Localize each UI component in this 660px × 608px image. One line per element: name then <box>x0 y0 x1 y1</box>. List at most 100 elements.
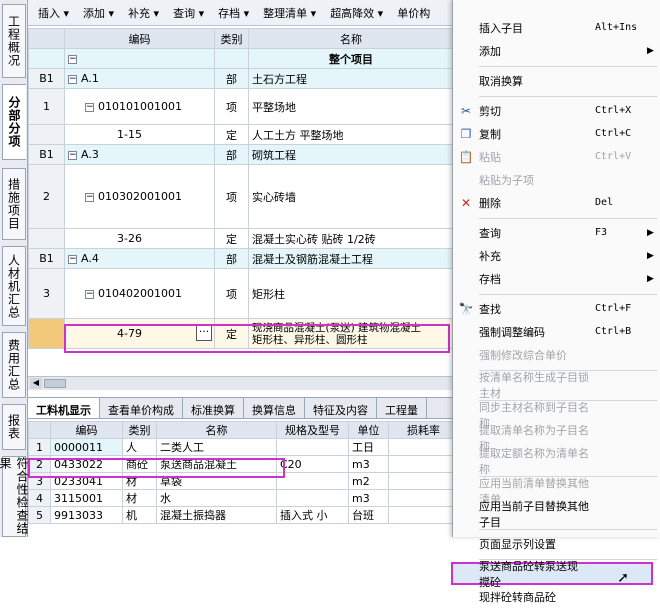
table-row[interactable]: 3-26 定 混凝土实心砖 贴砖 1/2砖 <box>28 228 453 249</box>
menu-shortcut: Ctrl+C <box>595 128 632 139</box>
tab-resource-summary[interactable]: 人材机汇总 <box>2 246 26 326</box>
tab-features-content[interactable]: 特征及内容 <box>305 398 377 418</box>
tab-measures[interactable]: 措施项目 <box>2 168 26 240</box>
menu-separator <box>479 218 657 219</box>
collapse-icon[interactable]: − <box>68 150 77 160</box>
table-row-selected[interactable]: 4-79 ··· 定 现浇商品混凝土(泵送) 建筑物混凝土 矩形柱、异形柱、圆形… <box>28 318 453 349</box>
col-header-name[interactable]: 名称 <box>248 28 453 49</box>
table-row[interactable]: 3 0233041 材草袋 m2 <box>28 472 453 490</box>
menu-separator <box>479 66 657 67</box>
menu-item-generate-sub-item-lock-material[interactable]: 按清单名称生成子目锁主材 <box>453 371 659 400</box>
archive-menu[interactable]: 存档 ▾ <box>218 5 249 21</box>
table-row[interactable]: 3 −010402001001 项 矩形柱 <box>28 268 453 319</box>
menu-item-label: 按清单名称生成子目锁主材 <box>479 370 589 400</box>
menu-item-label: 现拌砼转商品砼 <box>479 590 556 604</box>
menu-item-label: 插入子目 <box>479 21 523 35</box>
menu-item-label: 删除 <box>479 196 501 210</box>
menu-item-cut[interactable]: ✂ 剪切 Ctrl+X <box>453 99 659 122</box>
tab-standard-conversion[interactable]: 标准换算 <box>183 398 244 418</box>
tab-quantity[interactable]: 工程量 <box>377 398 427 418</box>
collapse-icon[interactable]: − <box>85 192 94 202</box>
col-header-spec[interactable]: 规格及型号 <box>276 421 349 439</box>
collapse-icon[interactable]: − <box>68 54 77 64</box>
col-header-type[interactable]: 类别 <box>122 421 157 439</box>
tab-reports[interactable]: 报表 <box>2 404 26 450</box>
tab-material-display[interactable]: 工料机显示 <box>28 398 100 418</box>
table-row[interactable]: 2 −010302001001 项 实心砖墙 <box>28 164 453 229</box>
menu-item-insert-sub-item[interactable]: 插入子目 Alt+Ins <box>453 16 659 39</box>
submenu-arrow-icon: ▶ <box>647 273 654 284</box>
tab-sub-items[interactable]: 分部分项 <box>2 84 26 160</box>
menu-separator <box>479 96 657 97</box>
menu-item-label: 添加 <box>479 44 501 58</box>
menu-item-supplement[interactable]: 补充 ▶ <box>453 244 659 267</box>
menu-item-copy[interactable]: ❐ 复制 Ctrl+C <box>453 122 659 145</box>
menu-item-archive[interactable]: 存档 ▶ <box>453 267 659 290</box>
grid-corner <box>28 28 65 49</box>
menu-item-paste-as-sub-item[interactable]: 粘贴为子项 <box>453 168 659 191</box>
menu-item-add[interactable]: 添加 ▶ <box>453 39 659 62</box>
unit-price-menu[interactable]: 单价构 <box>397 5 430 21</box>
collapse-icon[interactable]: − <box>85 102 94 112</box>
row-name-line1: 现浇商品混凝土(泵送) 建筑物混凝土 <box>252 321 422 334</box>
submenu-arrow-icon: ▶ <box>647 45 654 56</box>
menu-shortcut: Ctrl+V <box>595 151 632 162</box>
tab-unit-price-composition[interactable]: 查看单价构成 <box>100 398 183 418</box>
ellipsis-button[interactable]: ··· <box>196 325 212 341</box>
scissors-icon: ✂ <box>460 103 472 118</box>
material-grid: 编码 类别 名称 规格及型号 单位 损耗率 1 0000011 人二类人工 工日 20… <box>28 421 453 524</box>
menu-shortcut: Ctrl+B <box>595 326 632 337</box>
menu-item-pump-to-mix-concrete[interactable]: 泵送商品砼转泵送现搅砼 ➚ <box>451 560 653 589</box>
table-row[interactable]: 1 −010101001001 项 平整场地 <box>28 88 453 125</box>
menu-item-label: 粘贴 <box>479 150 501 164</box>
table-row[interactable]: B1 − A.1 部 土石方工程 <box>28 68 453 89</box>
collapse-icon[interactable]: − <box>68 74 77 84</box>
menu-item-extract-quota-name[interactable]: 提取定额名称为清单名称 <box>453 447 659 476</box>
delete-icon: ✕ <box>460 195 472 210</box>
col-header-loss-rate[interactable]: 损耗率 <box>388 421 453 439</box>
menu-item-mix-to-commercial-concrete[interactable]: 现拌砼转商品砼 <box>453 585 659 608</box>
table-row[interactable]: 1-15 定 人工土方 平整场地 <box>28 124 453 145</box>
menu-item-label: 存档 <box>479 272 501 286</box>
tab-compliance-check[interactable]: 符合性检查结果 <box>0 456 29 537</box>
menu-item-find[interactable]: 🔭 查找 Ctrl+F <box>453 297 659 320</box>
menu-item-paste[interactable]: 📋 粘贴 Ctrl+V <box>453 145 659 168</box>
table-row[interactable]: 2 0433022 商砼 泵送商品混凝土 C20 m3 <box>28 455 453 473</box>
tab-conversion-info[interactable]: 换算信息 <box>244 398 305 418</box>
table-row[interactable]: 4 3115001 材水 m3 <box>28 489 453 507</box>
organize-list-menu[interactable]: 整理清单 ▾ <box>263 5 316 21</box>
horizontal-scrollbar[interactable]: ◀ <box>28 376 453 390</box>
table-row[interactable]: 1 0000011 人二类人工 工日 <box>28 438 453 456</box>
col-header-unit[interactable]: 单位 <box>348 421 389 439</box>
main-grid: 编码 类别 名称 − 整个项目 B1 − A.1 部 土石方工程 1 −01010… <box>28 28 453 349</box>
scroll-thumb[interactable] <box>44 379 66 388</box>
tab-project-overview[interactable]: 工程概况 <box>2 4 26 78</box>
menu-item-cancel-conversion[interactable]: 取消换算 <box>453 69 659 92</box>
menu-item-query[interactable]: 查询 F3 ▶ <box>453 221 659 244</box>
submenu-arrow-icon: ▶ <box>647 250 654 261</box>
table-row[interactable]: B1 − A.4 部 混凝土及钢筋混凝土工程 <box>28 248 453 269</box>
col-header-code[interactable]: 编码 <box>64 28 215 49</box>
table-row[interactable]: − 整个项目 <box>28 48 453 69</box>
add-menu[interactable]: 添加 ▾ <box>83 5 114 21</box>
query-menu[interactable]: 查询 ▾ <box>173 5 204 21</box>
col-header-name[interactable]: 名称 <box>156 421 277 439</box>
menu-item-delete[interactable]: ✕ 删除 Del <box>453 191 659 214</box>
col-header-code[interactable]: 编码 <box>50 421 123 439</box>
menu-item-force-modify-price[interactable]: 强制修改综合单价 <box>453 343 659 366</box>
menu-item-column-display-settings[interactable]: 页面显示列设置 <box>453 532 659 555</box>
menu-item-force-adjust-code[interactable]: 强制调整编码 Ctrl+B <box>453 320 659 343</box>
collapse-icon[interactable]: − <box>68 254 77 264</box>
context-menu: 插入子目 Alt+Ins 添加 ▶ 取消换算 ✂ 剪切 Ctrl+X ❐ 复制 Ctrl+C 📋 粘贴 C… <box>451 0 660 604</box>
supplement-menu[interactable]: 补充 ▾ <box>128 5 159 21</box>
col-header-type[interactable]: 类别 <box>214 28 249 49</box>
menu-item-label: 复制 <box>479 127 501 141</box>
table-row[interactable]: 5 9913033 机混凝土振捣器 插入式 小台班 <box>28 506 453 524</box>
height-adjust-menu[interactable]: 超高降效 ▾ <box>330 5 383 21</box>
collapse-icon[interactable]: − <box>85 289 94 299</box>
insert-menu[interactable]: 插入 ▾ <box>38 5 69 21</box>
table-row[interactable]: B1 − A.3 部 砌筑工程 <box>28 144 453 165</box>
menu-item-apply-sub-item-replace[interactable]: 应用当前子目替换其他子目 <box>453 500 659 529</box>
scroll-left-icon[interactable]: ◀ <box>30 378 42 389</box>
tab-cost-summary[interactable]: 费用汇总 <box>2 332 26 398</box>
